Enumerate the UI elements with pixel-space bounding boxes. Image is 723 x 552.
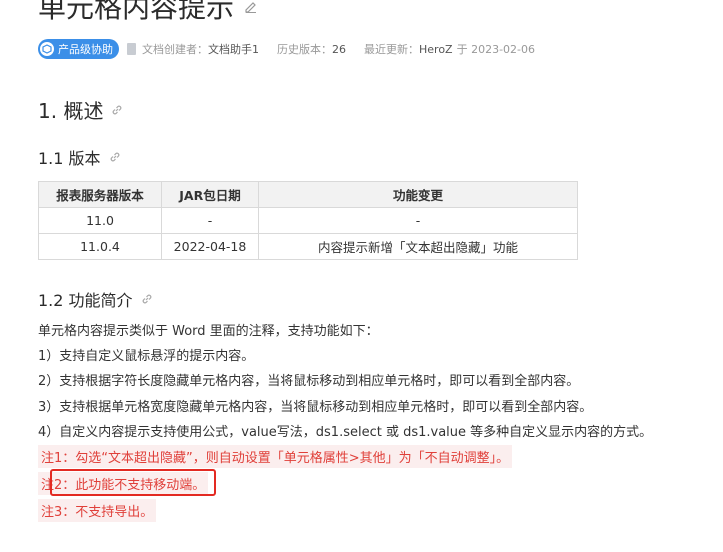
table-cell: 11.0.4 [38,233,162,260]
table-header: 报表服务器版本 [38,181,162,208]
edit-icon[interactable] [244,0,258,13]
version-table: 报表服务器版本 JAR包日期 功能变更 11.0 - - 11.0.4 2022… [38,181,578,260]
table-header: JAR包日期 [161,181,259,208]
section-title: 1. 概述 [38,99,104,123]
table-cell: 内容提示新增「文本超出隐藏」功能 [258,233,578,260]
updated-label: 最近更新： [364,43,419,56]
cube-icon [40,42,54,56]
table-cell: 2022-04-18 [161,233,259,260]
link-icon[interactable] [111,104,123,116]
creator-name: 文档助手1 [208,43,259,56]
table-row: 11.0 - - [38,207,578,234]
link-icon[interactable] [109,151,121,163]
creator-label: 文档创建者： [142,43,208,56]
doc-meta: 产品级协助 文档创建者： 文档助手1 历史版本： 26 最近更新： HeroZ … [38,39,535,59]
list-item: 4）自定义内容提示支持使用公式，value写法，ds1.select 或 ds1… [38,425,653,440]
history-label: 历史版本： [277,43,332,56]
section-title: 1.2 功能简介 [38,291,133,310]
section-title: 1.1 版本 [38,149,101,168]
updated-date: 于 2023-02-06 [456,43,536,56]
table-cell: 11.0 [38,207,162,234]
list-item: 3）支持根据单元格宽度隐藏单元格内容，当将鼠标移动到相应单元格时，即可以看到全部… [38,400,593,415]
section-heading-version: 1.1 版本 [38,145,121,169]
product-badge[interactable]: 产品级协助 [38,39,119,59]
history-count[interactable]: 26 [332,43,346,56]
page-title: 单元格内容提示 [38,0,235,24]
updated-by: HeroZ [419,42,453,56]
note-item: 注3：不支持导出。 [38,499,157,522]
table-header: 功能变更 [258,181,578,208]
table-row: 11.0.4 2022-04-18 内容提示新增「文本超出隐藏」功能 [38,233,578,260]
note-item: 注1：勾选“文本超出隐藏”，则自动设置「单元格属性>其他」为「不自动调整」。 [38,445,513,468]
list-item: 2）支持根据字符长度隐藏单元格内容，当将鼠标移动到相应单元格时，即可以看到全部内… [38,374,580,389]
table-header-row: 报表服务器版本 JAR包日期 功能变更 [38,181,578,208]
link-icon[interactable] [141,293,153,305]
intro-lead: 单元格内容提示类似于 Word 里面的注释，支持功能如下： [38,324,379,339]
section-heading-overview: 1. 概述 [38,95,123,124]
list-item: 1）支持自定义鼠标悬浮的提示内容。 [38,349,255,364]
highlight-box [50,469,216,496]
badge-label: 产品级协助 [58,43,113,56]
document-icon [127,43,136,55]
title-row: 单元格内容提示 [38,0,258,26]
table-cell: - [161,207,259,234]
section-heading-intro: 1.2 功能简介 [38,287,153,311]
table-cell: - [258,207,578,234]
